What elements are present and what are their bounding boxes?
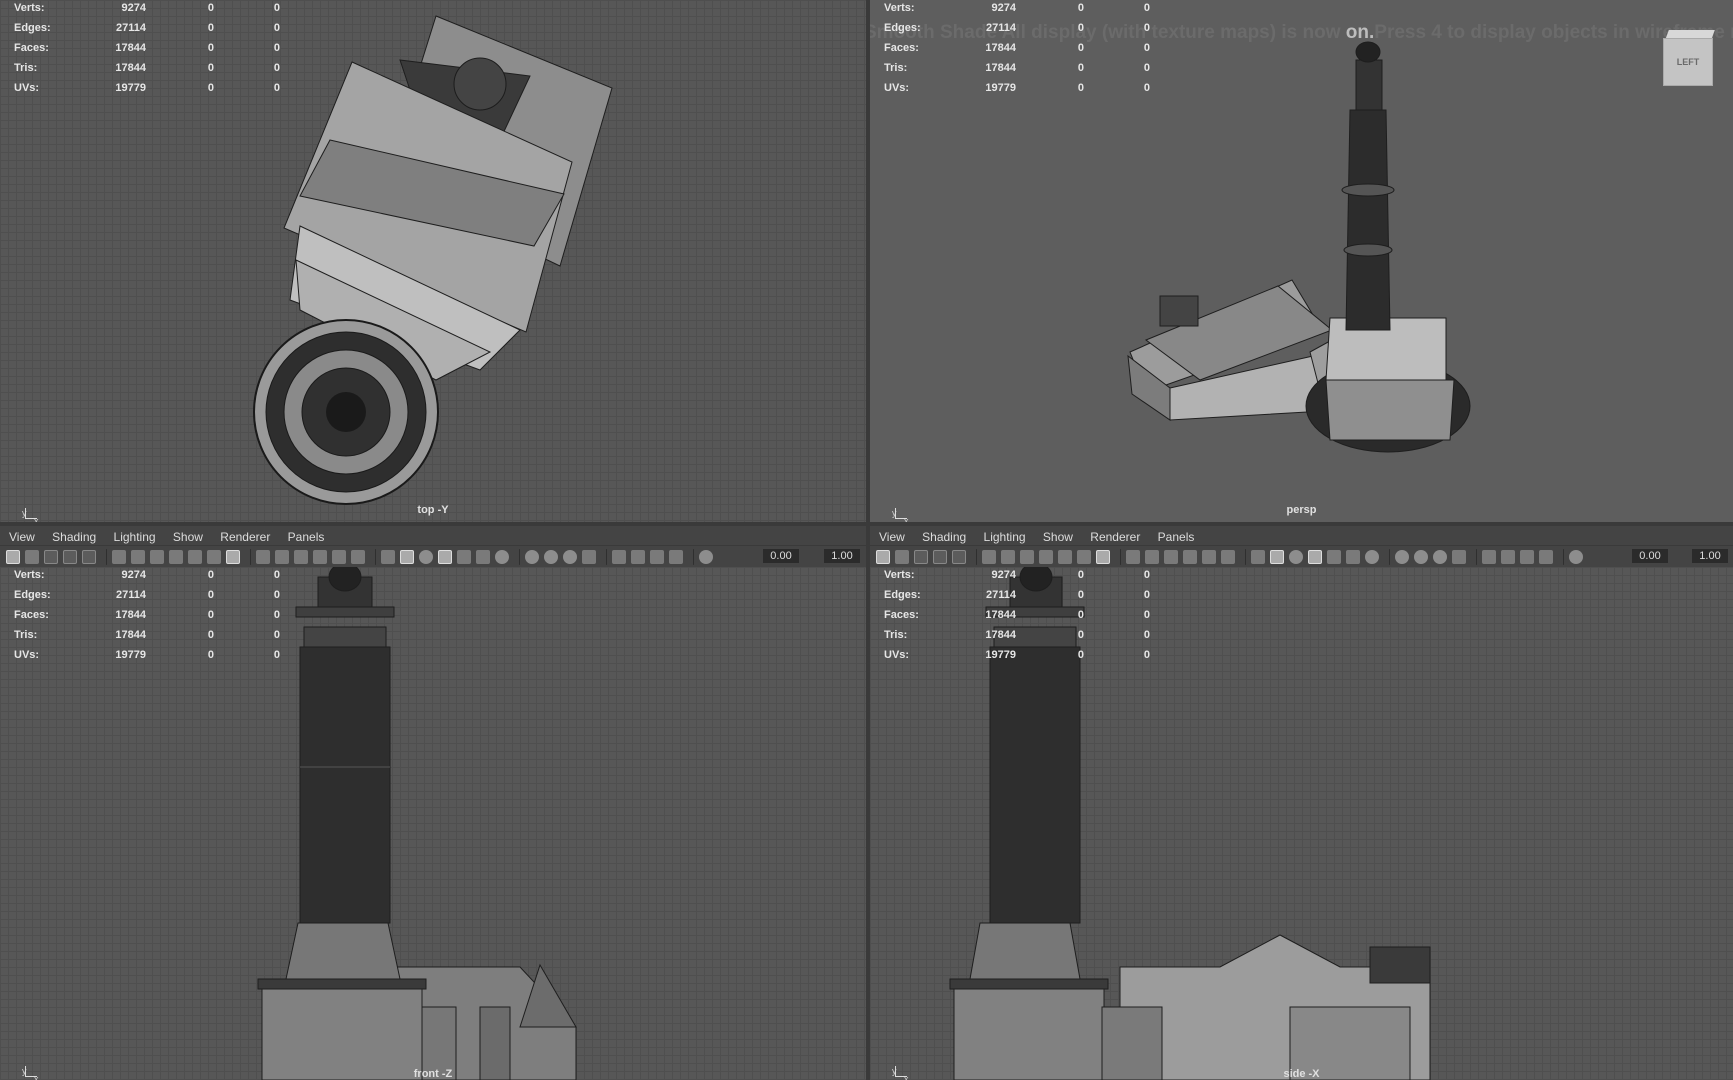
2d-pan-icon[interactable] bbox=[82, 550, 96, 564]
texture-icon[interactable] bbox=[1289, 550, 1303, 564]
gate-mask-icon[interactable] bbox=[1058, 550, 1072, 564]
pan-zoom-icon[interactable] bbox=[1539, 550, 1553, 564]
depth-icon[interactable] bbox=[1452, 550, 1466, 564]
panel-toolbar-right: 0.00 1.00 bbox=[870, 545, 1733, 568]
cube-wire-icon[interactable] bbox=[1251, 550, 1265, 564]
motion-blur-icon[interactable] bbox=[544, 550, 558, 564]
bookmark-icon[interactable] bbox=[44, 550, 58, 564]
poly-count-hud: Verts: 9274 0 0 Edges: 27114 0 0 Faces: 17844 0 0… bbox=[14, 569, 280, 661]
sphere-icon[interactable] bbox=[1365, 550, 1379, 564]
viewport-top[interactable]: Verts: 9274 0 0 Edges: 27114 0 0 Faces: 17844 0 0… bbox=[0, 0, 866, 522]
ambient-occlusion-icon[interactable] bbox=[476, 550, 490, 564]
gamma-icon[interactable] bbox=[1501, 550, 1515, 564]
camera-label: persp bbox=[1286, 504, 1317, 516]
bounding-box-icon[interactable] bbox=[313, 550, 327, 564]
2d-pan-icon[interactable] bbox=[952, 550, 966, 564]
cube-wire-icon[interactable] bbox=[381, 550, 395, 564]
smooth-shade-icon[interactable] bbox=[400, 550, 414, 564]
text-icon[interactable] bbox=[351, 550, 365, 564]
safe-action-icon[interactable] bbox=[226, 550, 240, 564]
bookmark-icon[interactable] bbox=[914, 550, 928, 564]
xray-icon[interactable] bbox=[332, 550, 346, 564]
wireframe-icon[interactable] bbox=[294, 550, 308, 564]
camera-attributes-icon[interactable] bbox=[112, 550, 126, 564]
xray-icon[interactable] bbox=[1202, 550, 1216, 564]
camera-label: top -Y bbox=[417, 504, 449, 516]
film-gate-icon[interactable] bbox=[1020, 550, 1034, 564]
exposure-icon[interactable] bbox=[1569, 550, 1583, 564]
camera-label: front -Z bbox=[413, 1068, 453, 1080]
panel-toolbar-left: 0.00 1.00 bbox=[0, 545, 866, 568]
resolution-gate-icon[interactable] bbox=[1039, 550, 1053, 564]
camera-label: side -X bbox=[1283, 1068, 1320, 1080]
wireframe-icon[interactable] bbox=[1164, 550, 1178, 564]
film-gate-icon[interactable] bbox=[150, 550, 164, 564]
safe-action-icon[interactable] bbox=[1096, 550, 1110, 564]
smooth-shade-icon[interactable] bbox=[1270, 550, 1284, 564]
camera-tools-icon[interactable] bbox=[131, 550, 145, 564]
camera-tools-icon[interactable] bbox=[1001, 550, 1015, 564]
poly-count-hud: Verts: 9274 0 0 Edges: 27114 0 0 Faces: 17844 0 0… bbox=[14, 2, 280, 94]
poly-count-hud: Verts: 9274 0 0 Edges: 27114 0 0 Faces: 17844 0 0… bbox=[884, 2, 1150, 94]
exposure-field[interactable]: 0.00 bbox=[763, 549, 799, 563]
grid-icon[interactable] bbox=[256, 550, 270, 564]
shadows-icon[interactable] bbox=[1327, 550, 1341, 564]
lock-camera-icon[interactable] bbox=[895, 550, 909, 564]
viewport-front[interactable]: Verts: 9274 0 0 Edges: 27114 0 0 Faces: 17844 0 0… bbox=[0, 567, 866, 1080]
select-camera-icon[interactable] bbox=[876, 550, 890, 564]
hud-icon[interactable] bbox=[1145, 550, 1159, 564]
gate-mask-icon[interactable] bbox=[188, 550, 202, 564]
lights-icon[interactable] bbox=[438, 550, 452, 564]
isolate-icon[interactable] bbox=[1395, 550, 1409, 564]
field-chart-icon[interactable] bbox=[207, 550, 221, 564]
select-camera-icon[interactable] bbox=[6, 550, 20, 564]
text-icon[interactable] bbox=[1221, 550, 1235, 564]
color-space-icon[interactable] bbox=[650, 550, 664, 564]
grid-icon[interactable] bbox=[1126, 550, 1140, 564]
lights-icon[interactable] bbox=[1308, 550, 1322, 564]
bounding-box-icon[interactable] bbox=[1183, 550, 1197, 564]
depth-icon[interactable] bbox=[582, 550, 596, 564]
gamma-field[interactable]: 1.00 bbox=[824, 549, 860, 563]
select-icon[interactable] bbox=[1482, 550, 1496, 564]
viewcube-icon[interactable]: LEFT bbox=[1663, 30, 1715, 88]
exposure-icon[interactable] bbox=[699, 550, 713, 564]
ambient-occlusion-icon[interactable] bbox=[1346, 550, 1360, 564]
image-plane-icon[interactable] bbox=[63, 550, 77, 564]
select-icon[interactable] bbox=[612, 550, 626, 564]
antialias-icon[interactable] bbox=[563, 550, 577, 564]
color-space-icon[interactable] bbox=[1520, 550, 1534, 564]
hud-icon[interactable] bbox=[275, 550, 289, 564]
antialias-icon[interactable] bbox=[1433, 550, 1447, 564]
resolution-gate-icon[interactable] bbox=[169, 550, 183, 564]
camera-attributes-icon[interactable] bbox=[982, 550, 996, 564]
lock-camera-icon[interactable] bbox=[25, 550, 39, 564]
poly-count-hud: Verts: 9274 0 0 Edges: 27114 0 0 Faces: 17844 0 0… bbox=[884, 569, 1150, 661]
gamma-icon[interactable] bbox=[631, 550, 645, 564]
viewport-side[interactable]: Verts: 9274 0 0 Edges: 27114 0 0 Faces: 17844 0 0… bbox=[870, 567, 1733, 1080]
pan-zoom-icon[interactable] bbox=[669, 550, 683, 564]
exposure-field[interactable]: 0.00 bbox=[1632, 549, 1668, 563]
isolate-icon[interactable] bbox=[525, 550, 539, 564]
motion-blur-icon[interactable] bbox=[1414, 550, 1428, 564]
texture-icon[interactable] bbox=[419, 550, 433, 564]
shadows-icon[interactable] bbox=[457, 550, 471, 564]
image-plane-icon[interactable] bbox=[933, 550, 947, 564]
viewport-persp[interactable]: Smooth Shade All display (with texture m… bbox=[870, 0, 1733, 522]
sphere-icon[interactable] bbox=[495, 550, 509, 564]
gamma-field[interactable]: 1.00 bbox=[1692, 549, 1728, 563]
field-chart-icon[interactable] bbox=[1077, 550, 1091, 564]
